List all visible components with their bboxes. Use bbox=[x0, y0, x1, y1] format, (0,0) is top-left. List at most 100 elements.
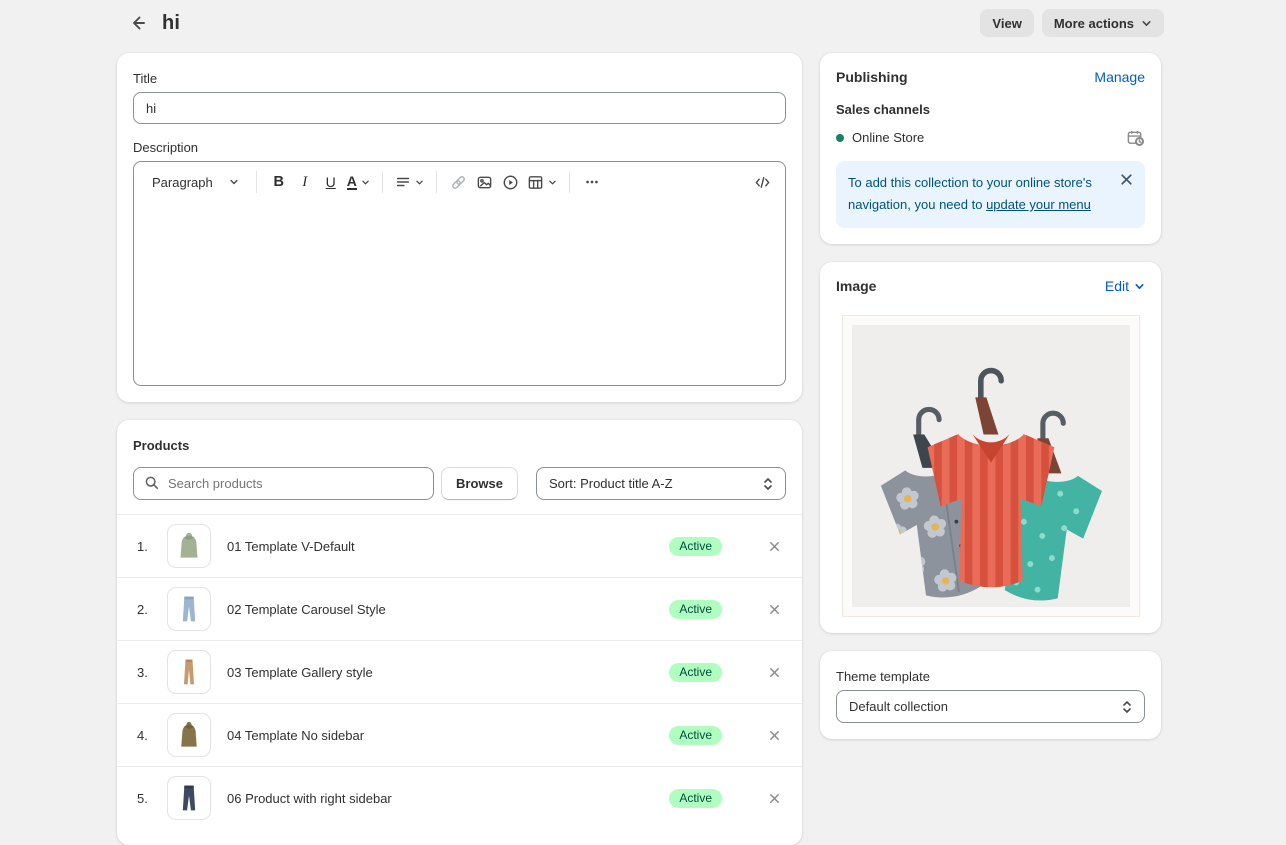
text-align-button[interactable] bbox=[392, 168, 427, 196]
close-icon bbox=[768, 792, 781, 805]
back-button[interactable] bbox=[125, 10, 151, 36]
theme-template-select[interactable]: Default collection bbox=[836, 690, 1145, 723]
product-title[interactable]: 02 Template Carousel Style bbox=[227, 602, 669, 617]
view-button[interactable]: View bbox=[980, 9, 1033, 37]
image-icon bbox=[476, 174, 493, 191]
toolbar-divider bbox=[436, 171, 437, 193]
title-input[interactable] bbox=[133, 92, 786, 124]
product-title[interactable]: 03 Template Gallery style bbox=[227, 665, 669, 680]
description-label: Description bbox=[133, 140, 786, 155]
row-position: 2. bbox=[137, 602, 167, 617]
update-your-menu-link[interactable]: update your menu bbox=[986, 197, 1091, 212]
products-heading: Products bbox=[133, 438, 786, 453]
paragraph-style-dropdown[interactable]: Paragraph bbox=[144, 168, 247, 196]
product-thumbnail-dark-jeans bbox=[167, 776, 211, 820]
remove-product-button[interactable] bbox=[760, 721, 788, 749]
publishing-heading: Publishing bbox=[836, 69, 908, 85]
underline-button[interactable]: U bbox=[318, 168, 344, 196]
chevron-down-icon bbox=[229, 177, 239, 187]
close-icon bbox=[768, 540, 781, 553]
banner-dismiss-button[interactable] bbox=[1117, 170, 1136, 189]
bold-button[interactable]: B bbox=[266, 168, 292, 196]
browse-button[interactable]: Browse bbox=[441, 467, 518, 500]
ellipsis-icon bbox=[584, 174, 600, 190]
channel-row: Online Store bbox=[836, 128, 1145, 147]
chevron-down-icon bbox=[1134, 281, 1145, 292]
table-icon bbox=[527, 174, 544, 191]
channel-active-dot bbox=[836, 134, 844, 142]
sort-select[interactable]: Sort: Product title A-Z bbox=[536, 467, 786, 500]
page-title: hi bbox=[162, 12, 180, 35]
topbar: hi View More actions bbox=[0, 0, 1286, 40]
code-icon bbox=[754, 174, 771, 191]
toolbar-divider bbox=[569, 171, 570, 193]
row-position: 1. bbox=[137, 539, 167, 554]
navigation-info-banner: To add this collection to your online st… bbox=[836, 161, 1145, 228]
product-list: 1. 01 Template V-Default Active 2. bbox=[117, 514, 802, 829]
description-editor-body[interactable] bbox=[134, 202, 785, 385]
product-title[interactable]: 06 Product with right sidebar bbox=[227, 791, 669, 806]
description-editor: Paragraph B I U A bbox=[133, 161, 786, 386]
search-products-input[interactable] bbox=[133, 467, 434, 500]
more-formatting-button[interactable] bbox=[579, 168, 605, 196]
chevron-down-icon bbox=[415, 178, 424, 187]
image-heading: Image bbox=[836, 278, 876, 294]
insert-link-button[interactable] bbox=[446, 168, 472, 196]
edit-image-button[interactable]: Edit bbox=[1105, 278, 1145, 294]
chevron-down-icon bbox=[361, 178, 370, 187]
select-arrows-icon bbox=[762, 477, 774, 491]
image-card: Image Edit bbox=[820, 262, 1161, 633]
remove-product-button[interactable] bbox=[760, 784, 788, 812]
close-icon bbox=[768, 603, 781, 616]
link-icon bbox=[450, 174, 467, 191]
toolbar-divider bbox=[382, 171, 383, 193]
publishing-card: Publishing Manage Sales channels Online … bbox=[820, 53, 1161, 244]
remove-product-button[interactable] bbox=[760, 658, 788, 686]
table-row: 3. 03 Template Gallery style Active bbox=[117, 640, 802, 703]
insert-table-button[interactable] bbox=[524, 168, 560, 196]
more-actions-button[interactable]: More actions bbox=[1042, 9, 1164, 37]
close-icon bbox=[768, 666, 781, 679]
play-circle-icon bbox=[502, 174, 519, 191]
theme-template-card: Theme template Default collection bbox=[820, 651, 1161, 739]
product-thumbnail-tan-pants bbox=[167, 650, 211, 694]
row-position: 4. bbox=[137, 728, 167, 743]
insert-image-button[interactable] bbox=[472, 168, 498, 196]
remove-product-button[interactable] bbox=[760, 595, 788, 623]
product-thumbnail-brown-hoodie bbox=[167, 713, 211, 757]
status-badge: Active bbox=[669, 663, 722, 682]
manage-publishing-link[interactable]: Manage bbox=[1094, 69, 1145, 85]
product-title[interactable]: 04 Template No sidebar bbox=[227, 728, 669, 743]
shirts-illustration bbox=[852, 325, 1130, 607]
text-color-button[interactable]: A bbox=[344, 168, 373, 196]
status-badge: Active bbox=[669, 537, 722, 556]
product-title[interactable]: 01 Template V-Default bbox=[227, 539, 669, 554]
remove-product-button[interactable] bbox=[760, 532, 788, 560]
status-badge: Active bbox=[669, 600, 722, 619]
table-row: 5. 06 Product with right sidebar Active bbox=[117, 766, 802, 829]
chevron-down-icon bbox=[1141, 18, 1152, 29]
chevron-down-icon bbox=[548, 178, 557, 187]
close-icon bbox=[1119, 172, 1134, 187]
status-badge: Active bbox=[669, 726, 722, 745]
editor-toolbar: Paragraph B I U A bbox=[134, 162, 785, 202]
search-icon bbox=[144, 475, 160, 491]
show-html-button[interactable] bbox=[749, 168, 775, 196]
collection-image bbox=[842, 315, 1140, 617]
insert-video-button[interactable] bbox=[498, 168, 524, 196]
align-left-icon bbox=[395, 174, 411, 190]
schedule-publish-button[interactable] bbox=[1126, 128, 1145, 147]
calendar-clock-icon bbox=[1126, 128, 1145, 147]
table-row: 4. 04 Template No sidebar Active bbox=[117, 703, 802, 766]
toolbar-divider bbox=[256, 171, 257, 193]
title-label: Title bbox=[133, 71, 786, 86]
table-row: 2. 02 Template Carousel Style Active bbox=[117, 577, 802, 640]
sort-selected-value: Sort: Product title A-Z bbox=[549, 476, 673, 491]
row-position: 5. bbox=[137, 791, 167, 806]
product-thumbnail-green-hoodie bbox=[167, 524, 211, 568]
select-arrows-icon bbox=[1121, 700, 1133, 714]
italic-button[interactable]: I bbox=[292, 168, 318, 196]
back-arrow-icon bbox=[128, 13, 148, 33]
table-row: 1. 01 Template V-Default Active bbox=[117, 514, 802, 577]
details-card: Title Description Paragraph B I bbox=[117, 53, 802, 402]
